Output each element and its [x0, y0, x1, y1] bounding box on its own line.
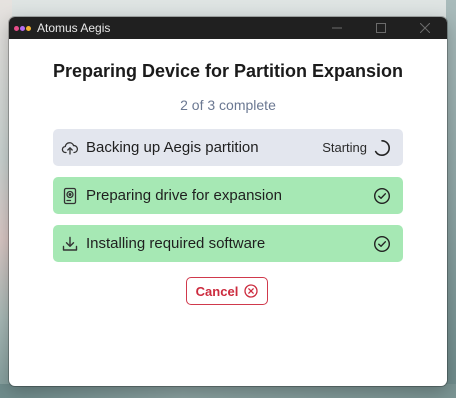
- task-backup: Backing up Aegis partition Starting: [53, 129, 403, 166]
- task-label: Installing required software: [86, 235, 266, 252]
- progress-summary: 2 of 3 complete: [180, 97, 276, 113]
- title-bar[interactable]: Atomus Aegis: [9, 17, 447, 39]
- loading-spinner-icon: [373, 139, 391, 157]
- dialog-content: Preparing Device for Partition Expansion…: [9, 39, 447, 386]
- task-install-software: Installing required software: [53, 225, 403, 262]
- task-label: Preparing drive for expansion: [86, 187, 282, 204]
- maximize-icon: [376, 23, 386, 33]
- desktop-background-bottom: [0, 384, 456, 398]
- app-logo-icon: [14, 25, 32, 31]
- drive-icon: [61, 187, 79, 205]
- page-title: Preparing Device for Partition Expansion: [52, 61, 404, 81]
- close-icon: [420, 23, 430, 33]
- close-button[interactable]: [403, 17, 447, 39]
- close-circle-icon: [244, 284, 258, 298]
- minimize-icon: [332, 27, 342, 29]
- cancel-label: Cancel: [195, 283, 239, 299]
- window-title: Atomus Aegis: [37, 21, 111, 35]
- maximize-button[interactable]: [359, 17, 403, 39]
- task-label: Backing up Aegis partition: [86, 139, 259, 156]
- download-icon: [61, 235, 79, 253]
- task-status: Starting: [322, 140, 367, 155]
- minimize-button[interactable]: [315, 17, 359, 39]
- cancel-button[interactable]: Cancel: [186, 277, 268, 305]
- cloud-upload-icon: [61, 139, 79, 157]
- window-controls: [315, 17, 447, 39]
- desktop-background-right: [446, 0, 456, 398]
- app-window: Atomus Aegis Preparing Device for Partit…: [9, 17, 447, 386]
- check-circle-icon: [373, 235, 391, 253]
- task-prepare-drive: Preparing drive for expansion: [53, 177, 403, 214]
- check-circle-icon: [373, 187, 391, 205]
